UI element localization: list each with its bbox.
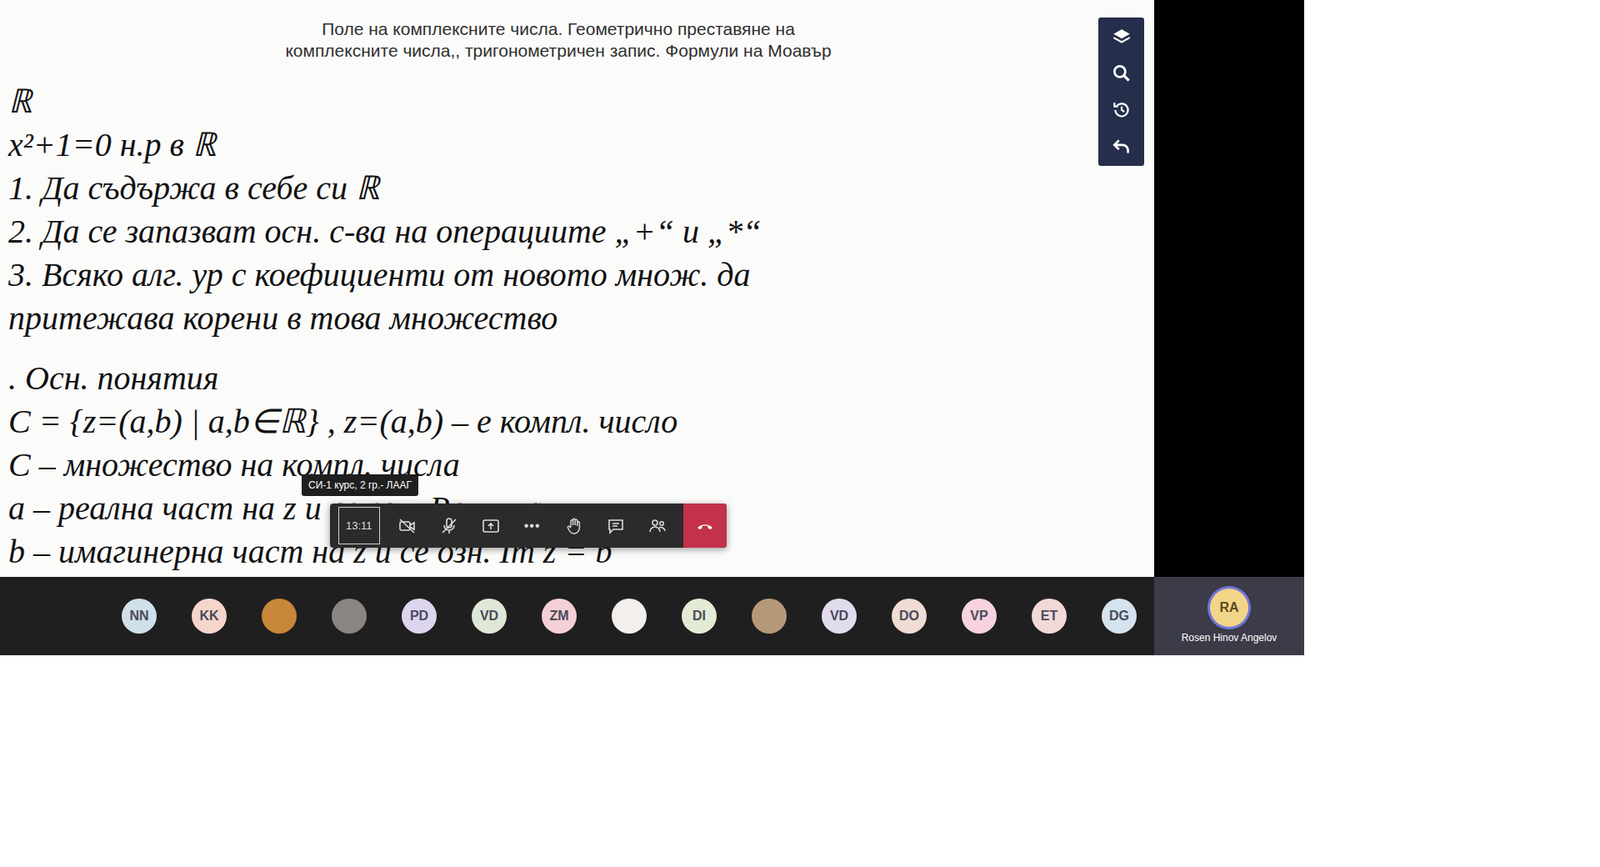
avatar-initials: VP	[970, 608, 988, 624]
meeting-window: Поле на комплексните числа. Геометрично …	[0, 0, 1305, 655]
participant-strip: NN KK PD VD ZM DI VD DO VP ET DG	[0, 576, 1155, 655]
handwriting: ℝx²+1=0 н.р в ℝ1. Да съдържа в себе си ℝ…	[0, 80, 1155, 574]
participant-avatar[interactable]: PD	[401, 598, 437, 634]
title-line: Поле на комплексните числа. Геометрично …	[0, 18, 1117, 40]
screen: Поле на комплексните числа. Геометрично …	[0, 0, 1600, 867]
avatar-initials: VD	[480, 608, 499, 624]
participant-avatar[interactable]: KK	[191, 598, 227, 634]
phone-hangup-icon	[695, 515, 715, 536]
participant-avatar[interactable]	[331, 598, 367, 634]
participant-avatar[interactable]: VD	[471, 598, 507, 634]
avatar-initials: VD	[830, 608, 849, 624]
camera-button[interactable]	[386, 503, 429, 548]
avatar-initials: PD	[410, 608, 429, 624]
side-panel	[1154, 0, 1305, 577]
whiteboard-toolbar	[1098, 17, 1145, 166]
history-icon[interactable]	[1110, 99, 1133, 121]
participant-avatar[interactable]: DO	[891, 598, 927, 634]
participant-avatar[interactable]: ET	[1031, 598, 1067, 634]
presenter-tile[interactable]: RA Rosen Hinov Angelov	[1154, 576, 1305, 655]
avatar-initials: KK	[199, 608, 219, 624]
note-line: ℝ	[8, 80, 1155, 124]
search-icon[interactable]	[1110, 62, 1133, 85]
participant-avatar[interactable]: VD	[821, 598, 857, 634]
hang-up-button[interactable]	[683, 503, 727, 548]
avatar-initials: DI	[692, 608, 706, 624]
note-line: 2. Да се запазват осн. с-ва на операциит…	[8, 210, 1155, 254]
participant-avatar[interactable]: VP	[961, 598, 997, 634]
share-button[interactable]	[470, 503, 512, 548]
raise-hand-button[interactable]	[553, 503, 595, 548]
note-line: притежава корени в това множество	[8, 296, 1155, 340]
more-button[interactable]: •••	[511, 503, 554, 548]
participant-avatar[interactable]	[261, 598, 297, 634]
avatar-initials: NN	[129, 608, 149, 624]
microphone-icon	[439, 515, 460, 536]
presenter-avatar: RA	[1210, 588, 1249, 627]
whiteboard-title: Поле на комплексните числа. Геометрично …	[0, 18, 1117, 62]
note-line: x²+1=0 н.р в ℝ	[8, 123, 1155, 167]
whiteboard[interactable]: Поле на комплексните числа. Геометрично …	[0, 0, 1155, 577]
microphone-button[interactable]	[428, 503, 470, 548]
intro-notes: ℝx²+1=0 н.р в ℝ1. Да съдържа в себе си ℝ…	[8, 80, 1155, 340]
chat-icon	[605, 515, 626, 536]
meeting-tooltip: СИ-1 курс, 2 гр.- ЛААГ	[301, 474, 419, 496]
call-controls: 13:11 •••	[330, 503, 727, 548]
note-line: . Осн. понятия	[8, 356, 1155, 400]
participant-avatar[interactable]	[751, 598, 787, 634]
avatar-initials: DG	[1109, 608, 1130, 624]
camera-icon	[397, 515, 418, 536]
layers-icon[interactable]	[1110, 25, 1133, 48]
participant-avatar[interactable]: ZM	[541, 598, 577, 634]
undo-icon[interactable]	[1110, 135, 1133, 158]
title-line: комплексните числа,, тригонометричен зап…	[0, 40, 1117, 62]
participant-avatar[interactable]: DG	[1101, 598, 1137, 634]
note-line: C = {z=(a,b) | a,b∈ℝ} , z=(a,b) – е комп…	[8, 400, 1155, 444]
call-timer: 13:11	[338, 506, 380, 545]
note-line: 1. Да съдържа в себе си ℝ	[8, 166, 1155, 210]
participant-avatar[interactable]: NN	[121, 598, 157, 634]
note-line: 3. Всяко алг. ур с коефициенти от новото…	[8, 253, 1155, 297]
chat-button[interactable]	[595, 503, 637, 548]
participant-avatar[interactable]	[611, 598, 647, 634]
avatar-initials: ET	[1040, 608, 1058, 624]
hand-icon	[564, 515, 585, 536]
participant-avatar[interactable]: DI	[681, 598, 717, 634]
avatar-initials: ZM	[549, 608, 569, 624]
avatar-initials: DO	[899, 608, 920, 624]
participants-button[interactable]	[636, 503, 679, 548]
people-icon	[647, 515, 668, 536]
note-line: C – множество на компл. числа	[8, 443, 1155, 487]
share-screen-icon	[480, 515, 501, 536]
avatar-initials: RA	[1219, 600, 1239, 615]
presenter-name: Rosen Hinov Angelov	[1181, 631, 1278, 644]
